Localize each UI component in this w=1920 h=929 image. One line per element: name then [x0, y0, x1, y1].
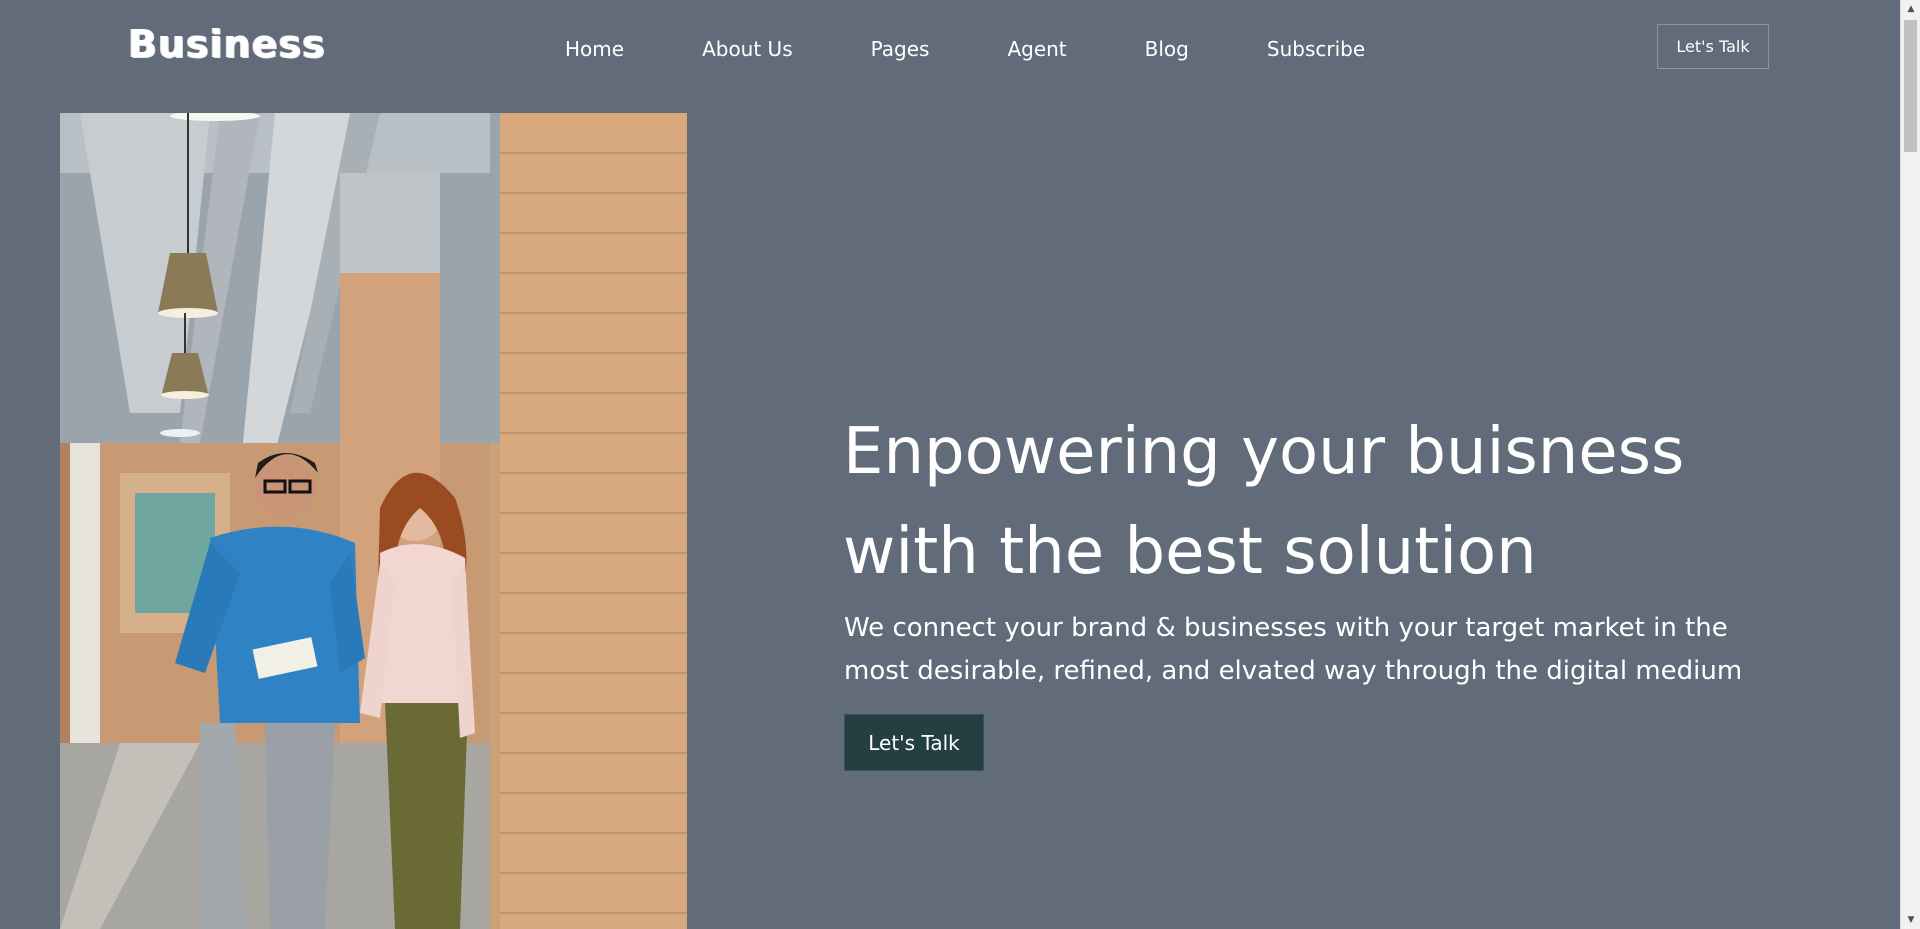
hero-lets-talk-button[interactable]: Let's Talk: [844, 714, 984, 771]
hero-title: Enpowering your buisness with the best s…: [843, 402, 1803, 602]
scroll-up-arrow-icon[interactable]: ▲: [1901, 0, 1920, 18]
page-scrollbar[interactable]: ▲ ▼: [1900, 0, 1920, 929]
nav-link-about-us[interactable]: About Us: [702, 37, 793, 61]
hero-subtitle-line-2: most desirable, refined, and elvated way…: [844, 656, 1743, 686]
hero-image: [60, 113, 687, 929]
office-people-photo-icon: [60, 113, 687, 929]
nav-link-agent[interactable]: Agent: [1007, 37, 1066, 61]
nav-link-home[interactable]: Home: [565, 37, 624, 61]
hero-title-line-2: with the best solution: [843, 515, 1537, 589]
brand-logo[interactable]: Business: [128, 22, 326, 66]
nav-link-subscribe[interactable]: Subscribe: [1267, 37, 1365, 61]
nav-link-blog[interactable]: Blog: [1145, 37, 1189, 61]
scrollbar-thumb[interactable]: [1904, 20, 1917, 152]
hero-title-line-1: Enpowering your buisness: [843, 415, 1685, 489]
nav-link-pages[interactable]: Pages: [871, 37, 930, 61]
main-nav: Home About Us Pages Agent Blog Subscribe: [565, 33, 1365, 65]
hero-subtitle-line-1: We connect your brand & businesses with …: [844, 613, 1728, 643]
header-lets-talk-button[interactable]: Let's Talk: [1657, 24, 1769, 69]
landing-page: Business Home About Us Pages Agent Blog …: [0, 0, 1920, 929]
hero-subtitle: We connect your brand & businesses with …: [844, 607, 1824, 693]
scroll-down-arrow-icon[interactable]: ▼: [1901, 911, 1920, 929]
